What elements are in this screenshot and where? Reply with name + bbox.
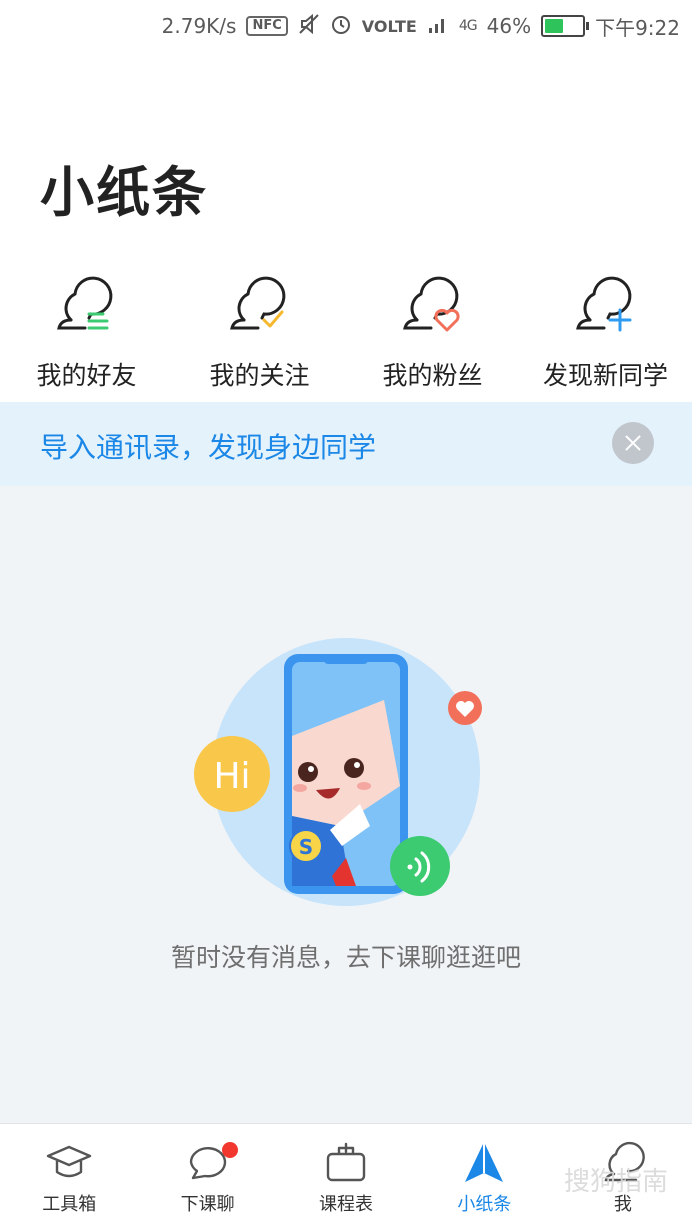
mascot-right-cheek: [357, 782, 371, 790]
quick-actions: 我的好友 我的关注 我的粉丝 发现新同学: [0, 262, 692, 400]
follow-check-icon: [229, 276, 285, 330]
phone-notch: [324, 654, 368, 664]
my-fans-button[interactable]: 我的粉丝: [346, 262, 519, 400]
import-contacts-banner[interactable]: 导入通讯录，发现身边同学: [0, 402, 692, 486]
clock: 下午9:22: [595, 15, 680, 40]
page-title: 小纸条: [40, 161, 208, 224]
my-fans-label: 我的粉丝: [382, 361, 483, 390]
my-follows-label: 我的关注: [209, 361, 310, 390]
volte-label: VOLTE: [361, 16, 417, 36]
tab-chat[interactable]: 下课聊: [138, 1124, 276, 1230]
network-type: 4G: [458, 18, 478, 34]
tab-schedule-label: 课程表: [319, 1194, 374, 1215]
graduation-cap-icon: [47, 1145, 92, 1178]
tab-schedule[interactable]: 课程表: [277, 1124, 415, 1230]
mascot-right-eye-glint: [354, 762, 360, 768]
network-speed: 2.79K/s: [161, 14, 237, 38]
add-classmate-icon: [575, 276, 631, 332]
paper-plane-icon: [465, 1142, 504, 1182]
my-friends-label: 我的好友: [36, 361, 137, 390]
discover-classmates-label: 发现新同学: [542, 361, 668, 390]
bottom-tab-bar: 工具箱 下课聊 课程表 小纸条 我 搜狗指南: [0, 1123, 692, 1230]
mascot-badge-letter: S: [299, 835, 313, 859]
discover-classmates-button[interactable]: 发现新同学: [519, 262, 692, 400]
mascot-left-eye: [298, 762, 318, 782]
empty-message: 暂时没有消息，去下课聊逛逛吧: [170, 943, 521, 972]
battery-icon: [541, 15, 590, 37]
empty-illustration: S Hi: [194, 638, 482, 906]
mascot-left-eye-glint: [308, 766, 314, 772]
mute-icon: [298, 13, 320, 40]
signal-icon: [427, 14, 449, 39]
tab-toolbox[interactable]: 工具箱: [0, 1124, 138, 1230]
nfc-icon: NFC: [246, 16, 288, 36]
import-contacts-link[interactable]: 导入通讯录，发现身边同学: [40, 426, 376, 466]
empty-state: S Hi 暂时没有消息，去下课聊逛逛吧: [0, 486, 692, 1124]
chat-unread-badge: [221, 1142, 238, 1158]
status-bar: 2.79K/s NFC VOLTE 4G 46% 下午9:22: [0, 0, 692, 52]
tab-notes[interactable]: 小纸条: [415, 1124, 553, 1230]
close-banner-button[interactable]: [612, 422, 654, 464]
mascot-right-eye: [344, 758, 364, 778]
friends-list-icon: [56, 276, 112, 330]
my-friends-button[interactable]: 我的好友: [0, 262, 173, 400]
hi-text: Hi: [213, 756, 250, 797]
battery-percent: 46%: [486, 14, 532, 38]
mascot-left-cheek: [293, 784, 307, 792]
tab-notes-label: 小纸条: [457, 1194, 512, 1215]
my-follows-button[interactable]: 我的关注: [173, 262, 346, 400]
fans-heart-icon: [402, 276, 460, 332]
watermark: 搜狗指南: [563, 1167, 668, 1197]
tab-chat-label: 下课聊: [180, 1194, 235, 1215]
tab-toolbox-label: 工具箱: [42, 1194, 97, 1215]
schedule-bag-icon: [326, 1142, 366, 1182]
alarm-icon: [330, 13, 352, 40]
